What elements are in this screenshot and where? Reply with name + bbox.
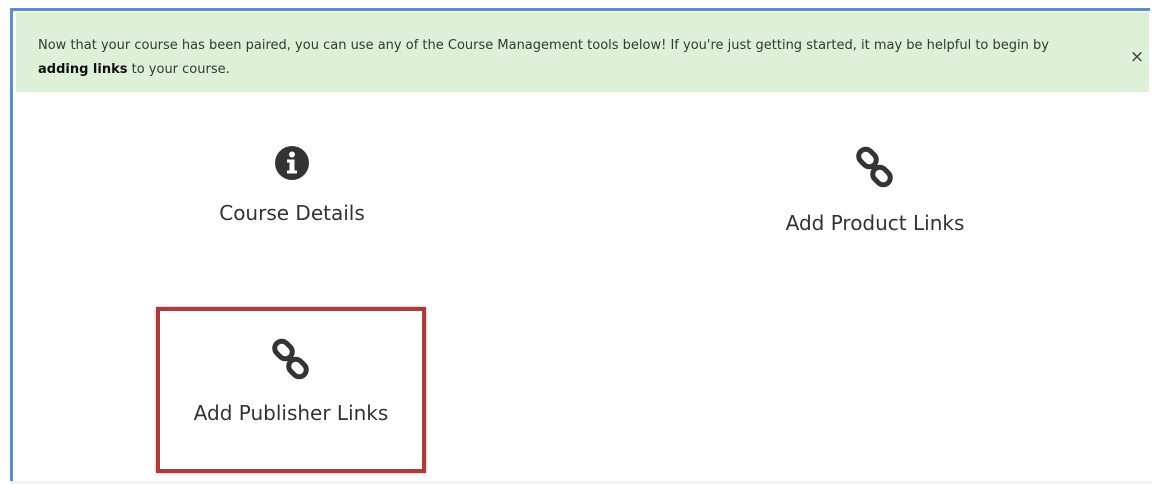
add-publisher-links-tile[interactable]: Add Publisher Links bbox=[156, 307, 426, 473]
info-circle-icon bbox=[275, 146, 309, 180]
alert-message: Now that your course has been paired, yo… bbox=[38, 34, 1093, 82]
link-icon bbox=[272, 338, 309, 380]
alert-text-bold: adding links bbox=[38, 62, 128, 77]
add-publisher-links-label: Add Publisher Links bbox=[193, 401, 389, 425]
add-product-links-tile[interactable]: Add Product Links bbox=[760, 145, 990, 255]
add-product-links-label: Add Product Links bbox=[785, 211, 965, 235]
course-details-label: Course Details bbox=[219, 201, 365, 225]
course-details-tile[interactable]: Course Details bbox=[180, 145, 404, 255]
alert-text-start: Now that your course has been paired, yo… bbox=[38, 38, 1049, 53]
alert-text-end: to your course. bbox=[127, 62, 230, 77]
link-icon bbox=[856, 146, 893, 188]
close-alert-button[interactable]: × bbox=[1126, 46, 1148, 68]
success-alert: Now that your course has been paired, yo… bbox=[16, 12, 1149, 92]
